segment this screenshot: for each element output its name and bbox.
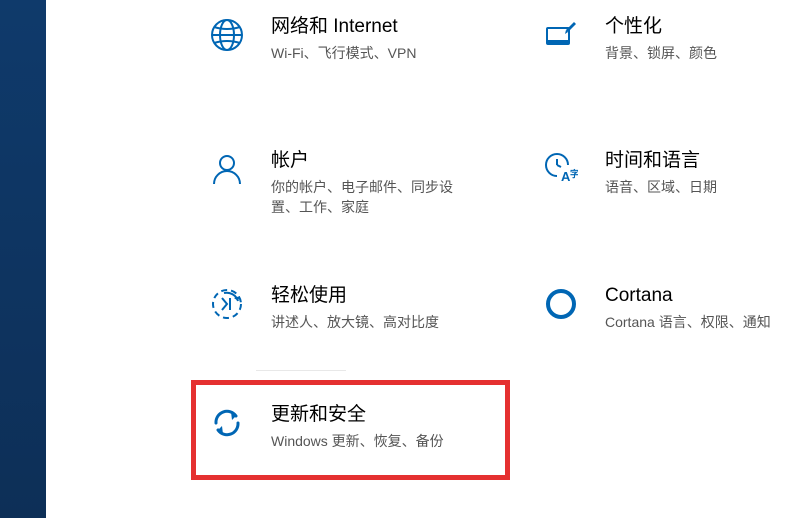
desktop-left-strip xyxy=(0,0,46,518)
category-title: 轻松使用 xyxy=(271,285,439,307)
category-text: 网络和 Internet Wi-Fi、飞行模式、VPN xyxy=(271,16,416,63)
svg-text:字: 字 xyxy=(570,168,578,179)
category-text: 更新和安全 Windows 更新、恢复、备份 xyxy=(271,404,444,451)
category-personalization[interactable]: 个性化 背景、锁屏、颜色 xyxy=(542,14,802,65)
divider xyxy=(256,370,346,371)
category-cortana[interactable]: Cortana Cortana 语言、权限、通知 xyxy=(542,283,802,334)
ease-of-access-icon xyxy=(208,285,246,323)
category-text: 轻松使用 讲述人、放大镜、高对比度 xyxy=(271,285,439,332)
category-text: 个性化 背景、锁屏、颜色 xyxy=(605,16,717,63)
category-subtitle: 讲述人、放大镜、高对比度 xyxy=(271,312,439,332)
settings-row: 网络和 Internet Wi-Fi、飞行模式、VPN 个性化 背景、锁屏、颜色 xyxy=(46,14,811,65)
category-title: 个性化 xyxy=(605,16,717,38)
category-title: 帐户 xyxy=(271,150,476,172)
update-sync-icon xyxy=(208,404,246,442)
category-update-security[interactable]: 更新和安全 Windows 更新、恢复、备份 xyxy=(208,402,518,453)
category-ease-of-access[interactable]: 轻松使用 讲述人、放大镜、高对比度 xyxy=(208,283,518,334)
time-language-icon: A 字 xyxy=(542,150,580,188)
category-subtitle: 语音、区域、日期 xyxy=(605,177,717,197)
category-title: 网络和 Internet xyxy=(271,16,416,38)
settings-row: 帐户 你的帐户、电子邮件、同步设置、工作、家庭 A 字 时间和语言 语音、区域、… xyxy=(46,148,811,219)
category-text: Cortana Cortana 语言、权限、通知 xyxy=(605,285,771,332)
cortana-icon xyxy=(542,285,580,323)
category-subtitle: 背景、锁屏、颜色 xyxy=(605,43,717,63)
settings-row: 轻松使用 讲述人、放大镜、高对比度 Cortana Cortana 语言、权限、… xyxy=(46,283,811,334)
category-subtitle: Windows 更新、恢复、备份 xyxy=(271,431,444,451)
category-text: 帐户 你的帐户、电子邮件、同步设置、工作、家庭 xyxy=(271,150,476,217)
category-title: Cortana xyxy=(605,285,771,307)
category-subtitle: 你的帐户、电子邮件、同步设置、工作、家庭 xyxy=(271,177,476,217)
person-icon xyxy=(208,150,246,188)
category-title: 时间和语言 xyxy=(605,150,717,172)
category-network[interactable]: 网络和 Internet Wi-Fi、飞行模式、VPN xyxy=(208,14,518,65)
settings-row: 更新和安全 Windows 更新、恢复、备份 xyxy=(46,402,811,453)
category-subtitle: Wi-Fi、飞行模式、VPN xyxy=(271,43,416,63)
paintbrush-icon xyxy=(542,16,580,54)
category-time-language[interactable]: A 字 时间和语言 语音、区域、日期 xyxy=(542,148,802,219)
globe-icon xyxy=(208,16,246,54)
settings-window: 网络和 Internet Wi-Fi、飞行模式、VPN 个性化 背景、锁屏、颜色 xyxy=(46,0,811,518)
category-accounts[interactable]: 帐户 你的帐户、电子邮件、同步设置、工作、家庭 xyxy=(208,148,518,219)
category-text: 时间和语言 语音、区域、日期 xyxy=(605,150,717,197)
category-subtitle: Cortana 语言、权限、通知 xyxy=(605,312,771,332)
category-title: 更新和安全 xyxy=(271,404,444,426)
